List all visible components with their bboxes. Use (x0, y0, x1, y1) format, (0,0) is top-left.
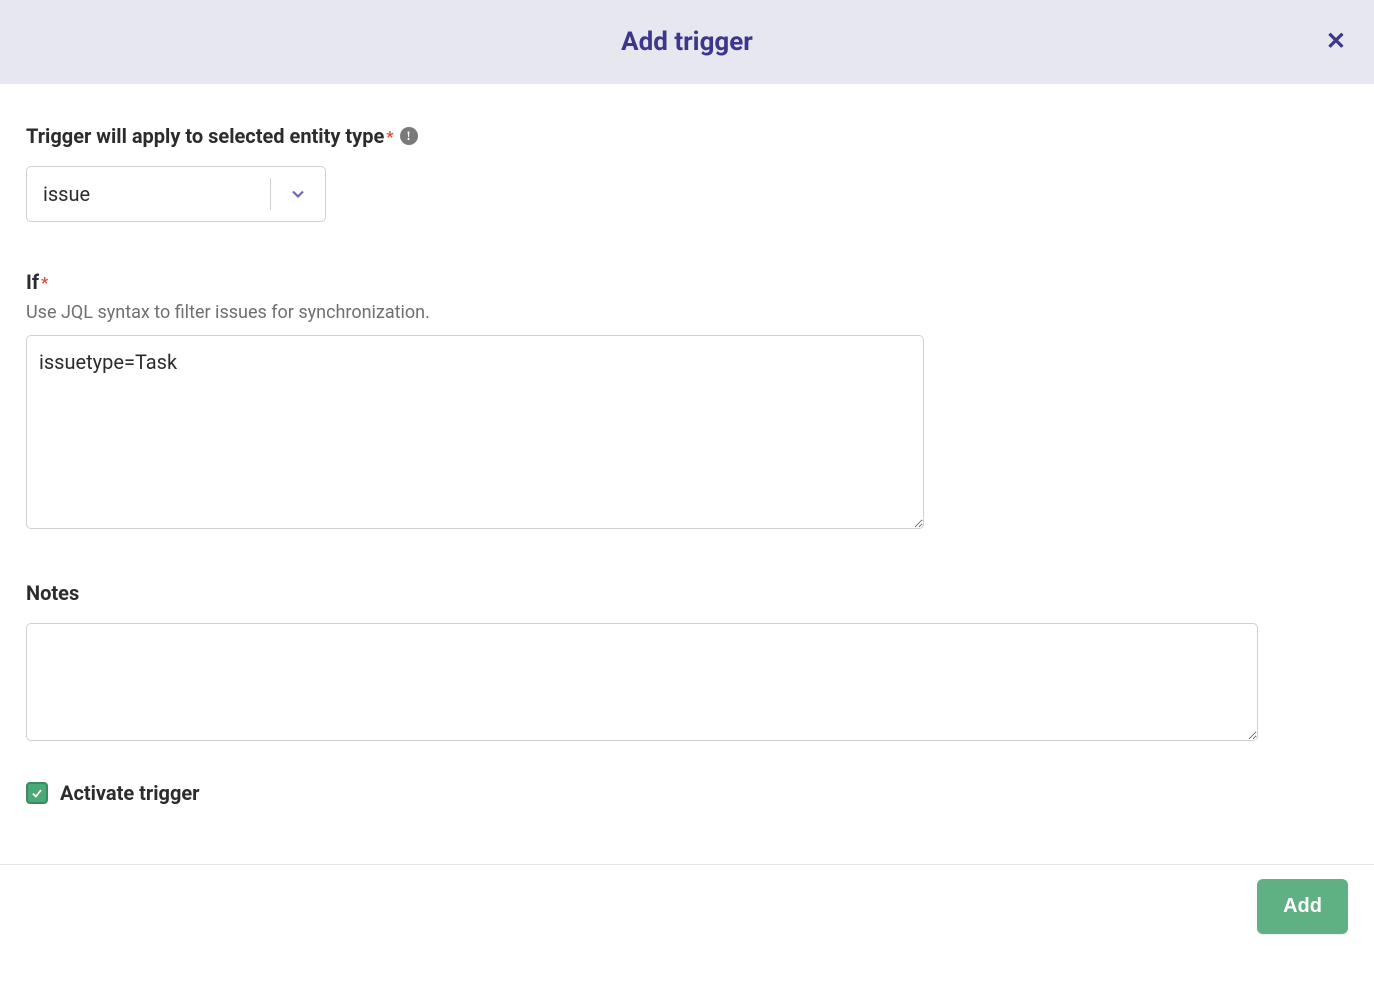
close-icon: ✕ (1326, 28, 1346, 55)
chevron-down-icon (271, 184, 325, 204)
activate-row: Activate trigger (26, 781, 1348, 805)
modal-footer: Add (0, 864, 1374, 934)
close-button[interactable]: ✕ (1326, 30, 1346, 54)
info-icon[interactable]: ! (400, 127, 418, 145)
add-button[interactable]: Add (1257, 879, 1348, 934)
if-section: If * Use JQL syntax to filter issues for… (26, 270, 1348, 533)
entity-type-section: Trigger will apply to selected entity ty… (26, 124, 1348, 222)
check-icon (30, 786, 44, 800)
required-indicator: * (41, 273, 48, 292)
modal-title: Add trigger (621, 27, 753, 57)
if-help-text: Use JQL syntax to filter issues for sync… (26, 302, 1348, 323)
activate-checkbox[interactable] (26, 782, 48, 804)
modal-header: Add trigger ✕ (0, 0, 1374, 84)
required-indicator: * (386, 127, 393, 146)
jql-input[interactable] (26, 335, 924, 529)
if-label-row: If * (26, 270, 1348, 294)
if-label: If (26, 270, 39, 294)
activate-label: Activate trigger (60, 781, 200, 805)
entity-type-select[interactable]: issue (26, 166, 326, 222)
modal-body: Trigger will apply to selected entity ty… (0, 84, 1374, 815)
entity-type-label: Trigger will apply to selected entity ty… (26, 124, 384, 148)
notes-label: Notes (26, 581, 1348, 605)
entity-type-value: issue (27, 182, 270, 206)
notes-section: Notes (26, 581, 1348, 745)
entity-type-label-row: Trigger will apply to selected entity ty… (26, 124, 1348, 148)
notes-input[interactable] (26, 623, 1258, 741)
